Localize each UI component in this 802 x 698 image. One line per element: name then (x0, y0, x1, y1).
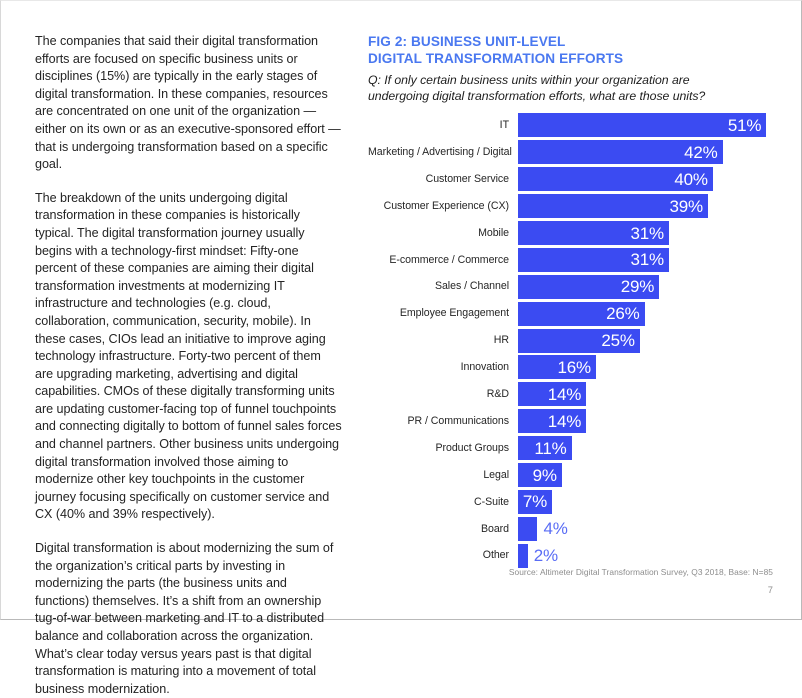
bar-value-label: 14% (547, 411, 582, 431)
bar-row: C-Suite 7%7% (368, 488, 788, 515)
bar-category-label: R&D (486, 388, 509, 401)
bar-track: 31%31% (518, 246, 788, 273)
bar-row: Other 2%2% (368, 542, 788, 569)
bar-row: Customer Experience (CX) 39%39% (368, 193, 788, 220)
bar-category-label: Sales / Channel (434, 280, 509, 293)
bar-row: Board 4%4% (368, 515, 788, 542)
bar-track: 4%4% (518, 515, 788, 542)
bar: 39% (518, 194, 708, 219)
figure-question: Q: If only certain business units within… (368, 73, 706, 104)
bar-category-label: Mobile (478, 226, 509, 239)
bar-chart: IT51%51%Marketing / Advertising / Digita… (368, 112, 788, 569)
bar: 42% (518, 140, 723, 165)
bar-row: PR / Communications 14%14% (368, 408, 788, 435)
bar: 26% (518, 301, 645, 326)
bar-track: 51%51% (518, 112, 788, 139)
figure-title-line-2: DIGITAL TRANSFORMATION EFFORTS (368, 50, 624, 66)
figure-panel: FIG 2: BUSINESS UNIT-LEVEL DIGITAL TRANS… (368, 34, 774, 568)
bar-value-label: 29% (620, 277, 655, 297)
bar-value-label: 31% (630, 223, 665, 243)
bar: 14% (518, 382, 587, 407)
bar-value-label: 42% (684, 142, 718, 162)
bar-category-label: Customer Experience (CX) (383, 199, 509, 212)
bar-category-label: E-commerce / Commerce (389, 253, 509, 266)
bar-value-label: 16% (557, 357, 591, 377)
body-paragraph-3: Digital transformation is about moderniz… (35, 541, 334, 696)
bar-category-label: HR (493, 334, 509, 347)
bar-category-label: Innovation (460, 361, 509, 374)
bar-row: Customer Service 40%40% (368, 166, 788, 193)
bar: 29% (518, 274, 660, 299)
bar-value-label: 40% (674, 169, 708, 189)
bar-track: 14%14% (518, 408, 788, 435)
bar-track: 29%29% (518, 273, 788, 300)
bar: 11% (518, 436, 572, 461)
bar-track: 16%16% (518, 354, 788, 381)
bar: 31% (518, 247, 669, 272)
bar-value-label-outside: 4% (543, 519, 568, 539)
bar-row: IT 51%51% (368, 112, 788, 139)
bar-category-label: C-Suite (474, 495, 509, 508)
report-page: The companies that said their digital tr… (0, 0, 802, 696)
bar-track: 9%9% (518, 462, 788, 489)
bar-category-label: Other (482, 549, 509, 562)
bar-value-label: 9% (532, 465, 557, 485)
bar-track: 31%31% (518, 220, 788, 247)
bar-row: Marketing / Advertising / Digital 42%42% (368, 139, 788, 166)
bar-row: Legal 9%9% (368, 462, 788, 489)
bar: 25% (518, 328, 640, 353)
bar-row: Product Groups 11%11% (368, 435, 788, 462)
bar-row: Mobile 31%31% (368, 220, 788, 247)
figure-title: FIG 2: BUSINESS UNIT-LEVEL DIGITAL TRANS… (368, 34, 774, 67)
bar-category-label: Marketing / Advertising / Digital (368, 146, 512, 159)
body-paragraph-2: The breakdown of the units undergoing di… (35, 190, 342, 522)
bar-row: Sales / Channel 29%29% (368, 273, 788, 300)
bar-track: 42%42% (518, 139, 788, 166)
bar: 14% (518, 409, 587, 434)
bar-value-label: 31% (630, 250, 665, 270)
bar-row: E-commerce / Commerce 31%31% (368, 246, 788, 273)
bar-track: 2%2% (518, 542, 788, 569)
bar-track: 11%11% (518, 435, 788, 462)
bar-track: 39%39% (518, 193, 788, 220)
bar-category-label: Board (480, 522, 509, 535)
bar-value-label: 51% (727, 115, 762, 135)
bar-value-label: 11% (534, 438, 567, 458)
bar: 51% (518, 113, 767, 138)
bar-row: HR 25%25% (368, 327, 788, 354)
bar-value-label: 26% (606, 304, 640, 324)
bar-track: 26%26% (518, 300, 788, 327)
bar-value-label: 14% (547, 384, 582, 404)
bar-track: 40%40% (518, 166, 788, 193)
bar: 4% (518, 516, 538, 541)
bar-row: R&D 14%14% (368, 381, 788, 408)
source-note: Source: Altimeter Digital Transformation… (508, 567, 773, 577)
bar: 9% (518, 463, 562, 488)
bar-track: 25%25% (518, 327, 788, 354)
bar: 7% (518, 489, 553, 514)
bar-value-label: 25% (601, 331, 635, 351)
bar-category-label: Product Groups (435, 441, 510, 454)
article-text-column: The companies that said their digital tr… (35, 33, 342, 698)
bar: 16% (518, 355, 596, 380)
bar-value-label: 7% (522, 492, 548, 512)
bar-category-label: Legal (483, 468, 509, 481)
bar-category-label: IT (499, 119, 509, 132)
bar: 31% (518, 221, 669, 245)
bar-track: 7%7% (518, 488, 788, 515)
bar-track: 14%14% (518, 381, 788, 408)
page-number: 7 (767, 584, 773, 595)
bar: 2% (518, 543, 528, 568)
bar-value-label-outside: 2% (533, 546, 558, 566)
bar-row: Employee Engagement 26%26% (368, 300, 788, 327)
body-paragraph-1: The companies that said their digital tr… (35, 34, 341, 172)
bar-value-label: 39% (669, 196, 703, 216)
figure-title-line-1: FIG 2: BUSINESS UNIT-LEVEL (368, 34, 566, 49)
bar-row: Innovation 16%16% (368, 354, 788, 381)
bar-category-label: Employee Engagement (399, 307, 509, 320)
bar: 40% (518, 167, 713, 192)
bar-category-label: Customer Service (425, 172, 509, 185)
bar-category-label: PR / Communications (407, 414, 510, 427)
